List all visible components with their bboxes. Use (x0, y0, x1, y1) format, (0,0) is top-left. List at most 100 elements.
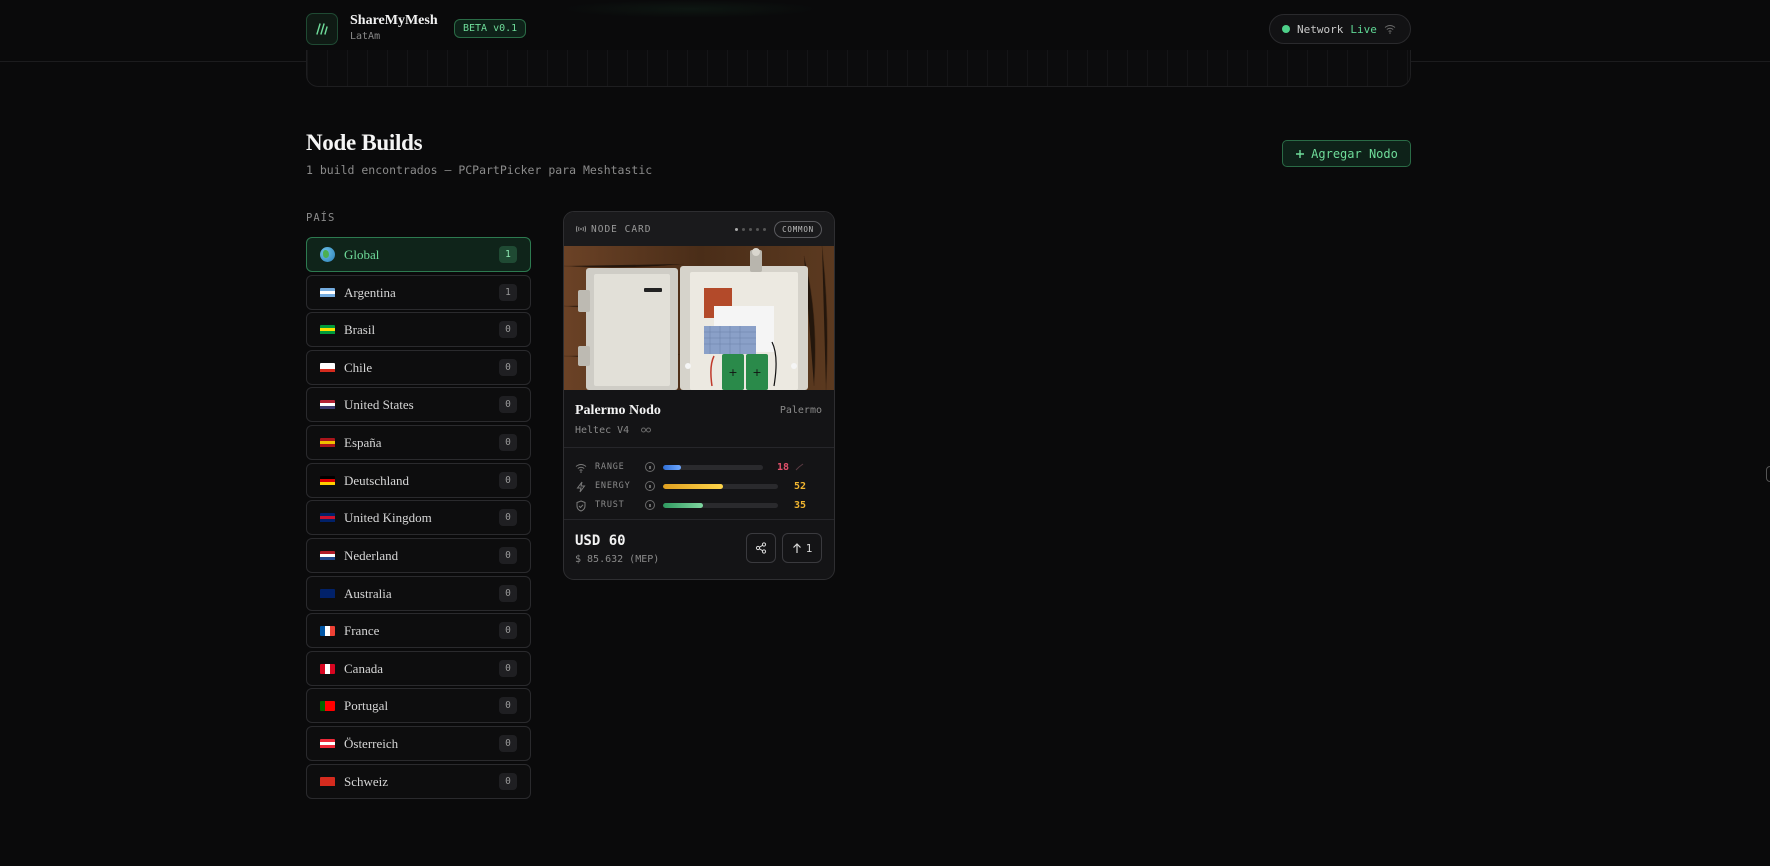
country-item-united-states[interactable]: United States 0 (306, 387, 531, 422)
network-status-pill[interactable]: Network Live (1269, 14, 1411, 44)
country-count-badge: 0 (499, 622, 517, 639)
flag-us-icon (320, 399, 335, 410)
flag-es-icon (320, 437, 335, 448)
flag-br-icon (320, 324, 335, 335)
node-card[interactable]: NODE CARD COMMON + + Palermo Nodo Palerm… (563, 211, 835, 580)
price-local: $ 85.632 (MEP) (575, 554, 660, 565)
country-item-deutschland[interactable]: Deutschland 0 (306, 463, 531, 498)
info-icon[interactable] (645, 481, 655, 491)
node-title[interactable]: Palermo Nodo (575, 403, 661, 419)
beta-badge: BETA v0.1 (454, 19, 527, 38)
country-item-united-kingdom[interactable]: United Kingdom 0 (306, 500, 531, 535)
country-name: Chile (344, 359, 373, 375)
map-panel-bottom (306, 50, 1411, 87)
flag-ch-icon (320, 776, 335, 787)
flag-fr-icon (320, 625, 335, 636)
stat-value: 18 (776, 461, 789, 473)
card-divider (564, 519, 834, 520)
stat-bar-fill (663, 464, 681, 470)
card-type-label: NODE CARD (591, 223, 652, 235)
flag-ar-icon (320, 287, 335, 298)
info-icon[interactable] (645, 462, 655, 472)
country-name: Österreich (344, 735, 399, 751)
rarity-dots (735, 227, 767, 231)
country-item-france[interactable]: France 0 (306, 613, 531, 648)
country-item-portugal[interactable]: Portugal 0 (306, 688, 531, 723)
network-status: Live (1350, 22, 1377, 36)
wifi-icon (575, 461, 587, 473)
stat-row-energy: ENERGY 52 (575, 479, 825, 493)
header-glow (560, 0, 820, 18)
flag-cl-icon (320, 362, 335, 373)
stat-row-trust: TRUST 35 (575, 498, 825, 512)
country-count-badge: 0 (499, 773, 517, 790)
antenna-icon (576, 225, 586, 233)
country-item-schweiz[interactable]: Schweiz 0 (306, 764, 531, 799)
scroll-handle[interactable] (1766, 466, 1770, 482)
country-name: Portugal (344, 697, 389, 713)
stat-row-range: RANGE 18 (575, 460, 825, 474)
stat-bar (663, 502, 778, 508)
info-icon[interactable] (645, 500, 655, 510)
country-name: Deutschland (344, 472, 409, 488)
country-name: Canada (344, 660, 383, 676)
country-count-badge: 0 (499, 321, 517, 338)
price-usd: USD 60 (575, 533, 626, 549)
country-name: Schweiz (344, 773, 389, 789)
share-button[interactable] (746, 533, 776, 563)
country-item-brasil[interactable]: Brasil 0 (306, 312, 531, 347)
card-header: NODE CARD COMMON (564, 212, 834, 246)
upvote-button[interactable]: 1 (782, 533, 822, 563)
svg-text:+: + (752, 366, 761, 379)
country-count-badge: 0 (499, 472, 517, 489)
country-item-argentina[interactable]: Argentina 1 (306, 275, 531, 310)
brand-name[interactable]: ShareMyMesh (350, 13, 438, 29)
country-item-canada[interactable]: Canada 0 (306, 651, 531, 686)
add-node-label: Agregar Nodo (1311, 146, 1398, 161)
country-item-espa-a[interactable]: España 0 (306, 425, 531, 460)
country-count-badge: 1 (499, 284, 517, 301)
country-item-chile[interactable]: Chile 0 (306, 350, 531, 385)
status-dot-icon (1282, 25, 1290, 33)
country-name: Nederland (344, 547, 399, 563)
country-name: Australia (344, 585, 392, 601)
stat-bar-fill (663, 483, 723, 489)
stat-bar (663, 464, 763, 470)
country-name: France (344, 622, 380, 638)
flag-ca-icon (320, 663, 335, 674)
card-divider (564, 447, 834, 448)
stat-value: 52 (793, 480, 806, 492)
node-model: Heltec V4 (575, 425, 652, 436)
country-count-badge: 0 (499, 509, 517, 526)
node-photo[interactable]: + + (564, 246, 834, 390)
country-name: Global (344, 246, 380, 262)
country-count-badge: 0 (499, 396, 517, 413)
upvote-count: 1 (805, 541, 813, 555)
arrow-up-icon (792, 542, 801, 553)
rarity-badge: COMMON (774, 220, 822, 238)
wifi-icon (1384, 25, 1396, 34)
flag-at-icon (320, 738, 335, 749)
country-section-label: PAÍS (306, 212, 336, 224)
flag-de-icon (320, 475, 335, 486)
logo-icon[interactable] (306, 13, 338, 45)
bolt-icon (575, 480, 587, 493)
flag-pt-icon (320, 700, 335, 711)
shield-icon (575, 499, 587, 512)
country-item--sterreich[interactable]: Österreich 0 (306, 726, 531, 761)
stat-label: TRUST (595, 500, 625, 510)
country-item-australia[interactable]: Australia 0 (306, 576, 531, 611)
add-node-button[interactable]: Agregar Nodo (1282, 140, 1411, 167)
country-item-global[interactable]: Global 1 (306, 237, 531, 272)
node-location: Palermo (779, 405, 822, 416)
country-name: Brasil (344, 321, 376, 337)
node-model-label: Heltec V4 (575, 425, 630, 436)
share-icon (755, 542, 767, 554)
country-name: España (344, 434, 382, 450)
country-item-nederland[interactable]: Nederland 0 (306, 538, 531, 573)
stat-bar (663, 483, 778, 489)
flag-nl-icon (320, 550, 335, 561)
stat-bar-fill (663, 502, 704, 508)
stat-label: ENERGY (595, 481, 631, 491)
country-count-badge: 0 (499, 585, 517, 602)
